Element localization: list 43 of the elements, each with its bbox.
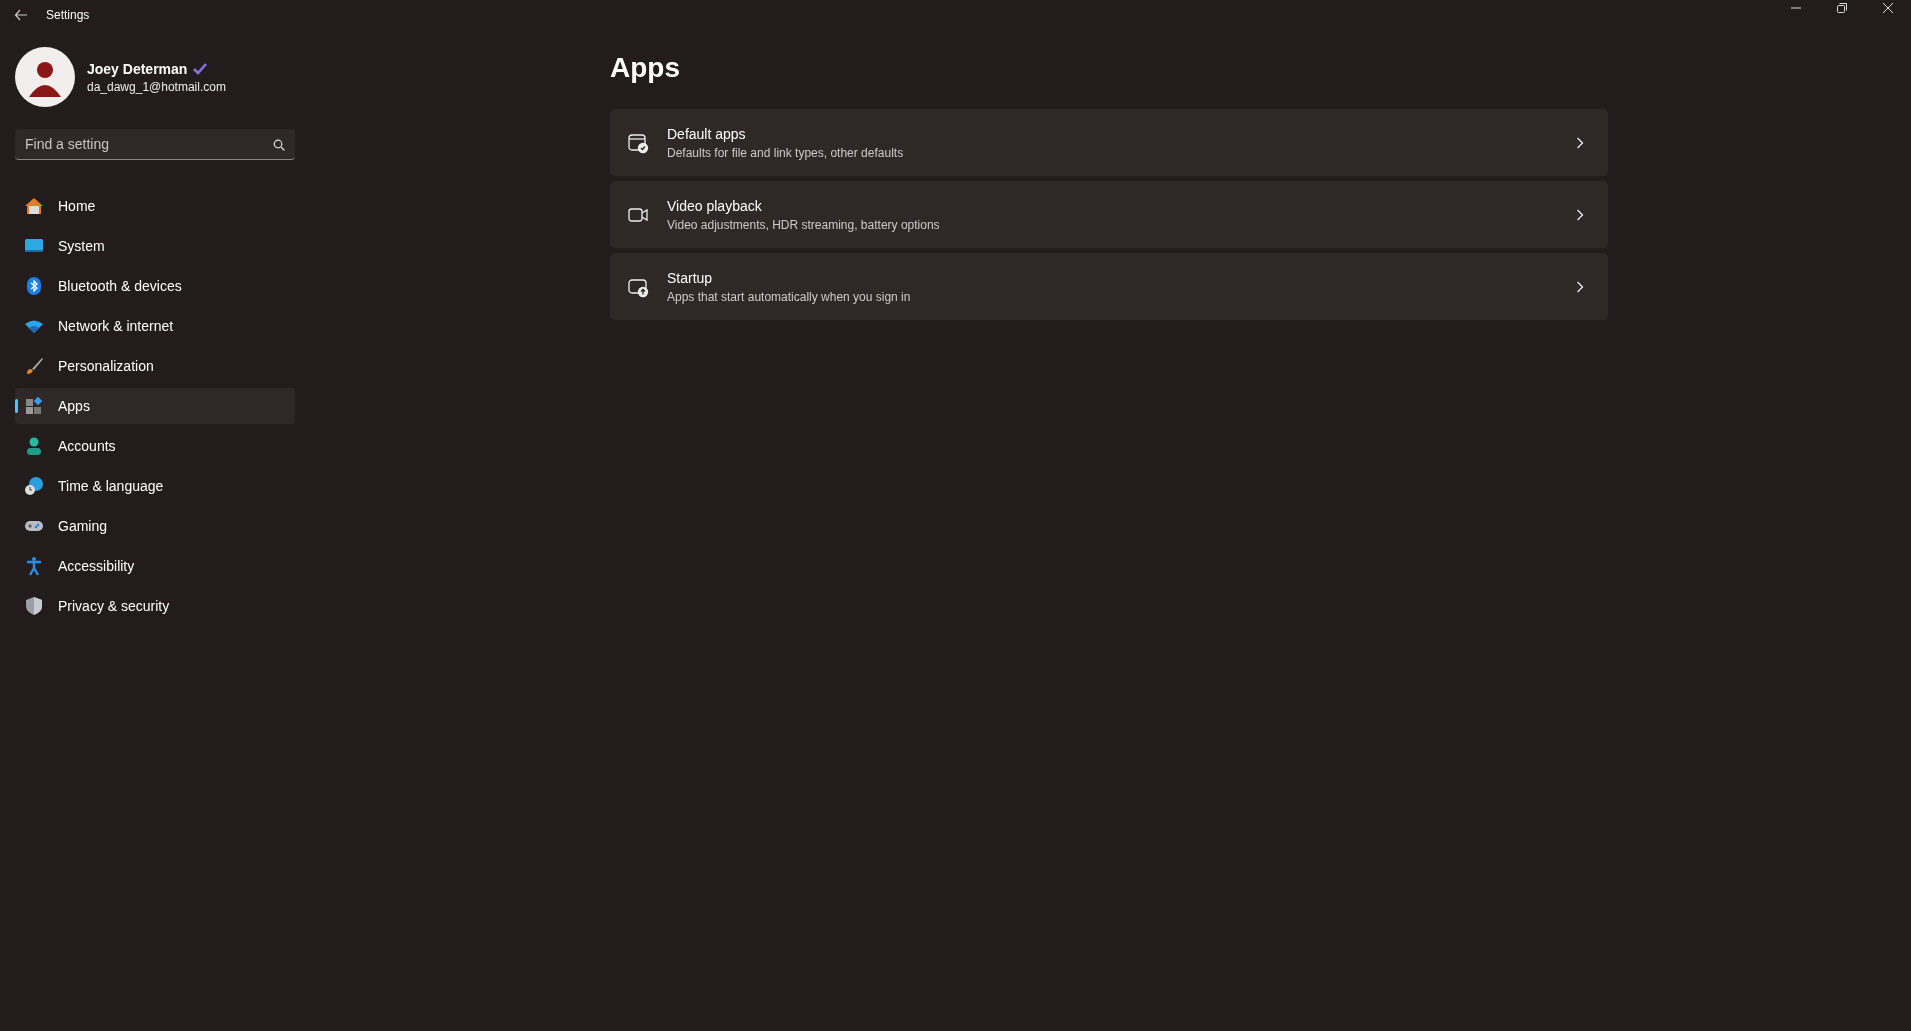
chevron-right-icon <box>1576 136 1584 149</box>
settings-card[interactable]: Video playback Video adjustments, HDR streaming, battery options <box>610 181 1608 248</box>
back-button[interactable] <box>14 8 28 22</box>
nav-item[interactable]: Accessibility <box>15 548 295 584</box>
back-arrow-icon <box>14 8 28 22</box>
search-icon <box>273 139 285 151</box>
card-subtitle: Apps that start automatically when you sign in <box>667 289 912 304</box>
user-name: Joey Determan <box>87 60 188 77</box>
nav-item[interactable]: Bluetooth & devices <box>15 268 295 304</box>
nav-item[interactable]: Accounts <box>15 428 295 464</box>
nav-item[interactable]: Home <box>15 188 295 224</box>
chevron-right-icon <box>1576 280 1584 293</box>
person-icon <box>24 436 44 456</box>
nav-item[interactable]: Network & internet <box>15 308 295 344</box>
apps-icon <box>24 396 44 416</box>
avatar[interactable] <box>15 47 75 107</box>
chevron-right-icon <box>1576 208 1584 221</box>
nav-item[interactable]: Time & language <box>15 468 295 504</box>
brush-icon <box>24 356 44 376</box>
close-icon <box>1883 3 1893 13</box>
card-title: Video playback <box>667 197 763 214</box>
card-subtitle: Defaults for file and link types, other defaults <box>667 145 905 160</box>
shield-icon <box>24 596 44 616</box>
restore-icon <box>1837 3 1847 13</box>
nav-item[interactable]: Privacy & security <box>15 588 295 624</box>
accessibility-icon <box>24 556 44 576</box>
globe-clock-icon <box>24 476 44 496</box>
nav-item[interactable]: System <box>15 228 295 264</box>
house-icon <box>24 196 44 216</box>
settings-card[interactable]: Default apps Defaults for file and link types, other defaults <box>610 109 1608 176</box>
window-check-icon <box>627 131 649 154</box>
nav-item[interactable]: Personalization <box>15 348 295 384</box>
card-title: Default apps <box>667 125 747 142</box>
nav-item[interactable]: Gaming <box>15 508 295 544</box>
settings-card[interactable]: Startup Apps that start automatically when you sign in <box>610 253 1608 320</box>
bluetooth-icon <box>24 276 44 296</box>
search-field[interactable]: Find a setting <box>15 129 295 160</box>
nav-item[interactable]: Apps <box>15 388 295 424</box>
card-subtitle: Video adjustments, HDR streaming, battery options <box>667 217 941 232</box>
window-title: Settings <box>46 8 90 22</box>
user-email: da_dawg_1@hotmail.com <box>87 79 226 94</box>
card-title: Startup <box>667 269 714 286</box>
page-title: Apps <box>610 54 681 82</box>
